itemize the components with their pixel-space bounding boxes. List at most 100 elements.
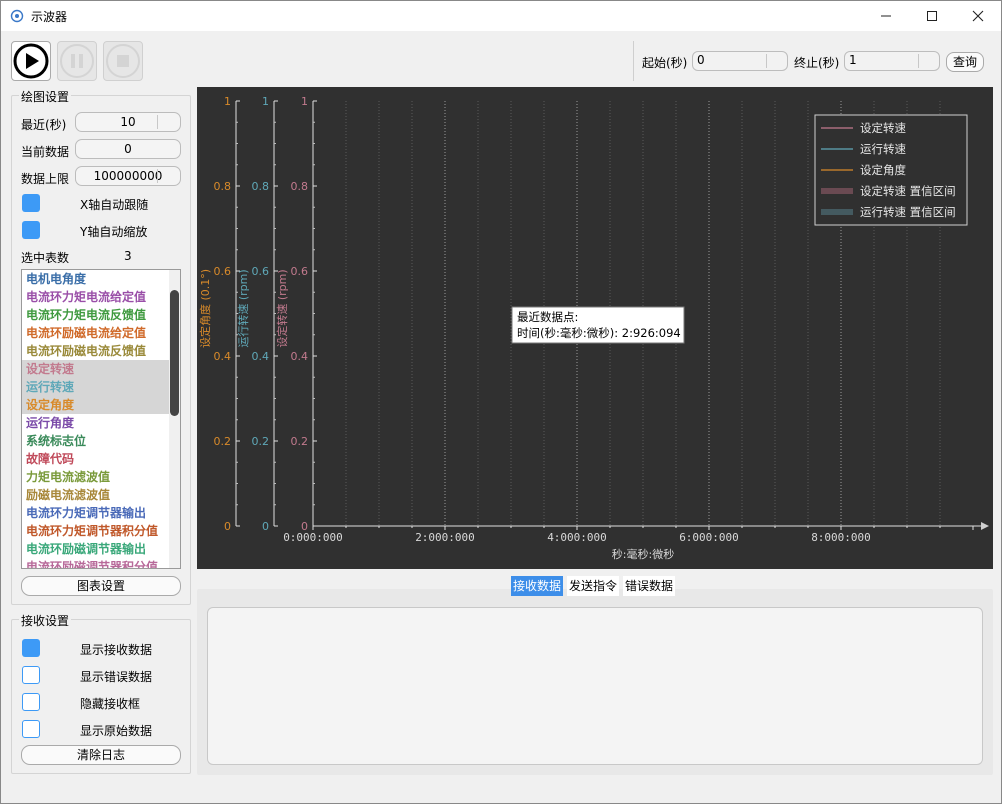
recent-label: 最近(秒) (21, 118, 67, 132)
minimize-icon (881, 15, 891, 17)
receive-log-textbox[interactable] (207, 607, 983, 765)
y-tick-label: 0.8 (291, 180, 309, 193)
series-list-item[interactable]: 电流环励磁电流反馈值 (22, 342, 180, 360)
receive-option-label: 隐藏接收框 (80, 697, 141, 711)
x-tick-label: 6:000:000 (679, 531, 739, 544)
series-list[interactable]: 电机电角度 电流环力矩电流给定值 电流环力矩电流反馈值 电流环励磁电流给定值 电流环励磁… (21, 269, 181, 569)
oscilloscope-plot[interactable]: 0 0.2 0.4 0.6 0.8 1 设定角度 (0.1°) 0 0.2 0.4 0.6 0.8 1 运… (197, 87, 993, 569)
app-icon (10, 9, 24, 23)
y-tick-label: 0.4 (291, 350, 309, 363)
window-title: 示波器 (31, 10, 68, 24)
current-label: 当前数据 (21, 145, 70, 159)
series-list-item[interactable]: 电流环力矩调节器积分值 (22, 522, 180, 540)
x-tick-label: 8:000:000 (811, 531, 871, 544)
limit-input[interactable]: 100000000 (75, 166, 181, 186)
y-tick-label: 0.2 (291, 435, 309, 448)
scrollbar-thumb[interactable] (170, 290, 179, 416)
receive-option-checkbox[interactable] (22, 720, 40, 738)
receive-option-checkbox[interactable] (22, 666, 40, 684)
y-tick-label: 0.4 (252, 350, 270, 363)
selected-count-label: 选中表数 (21, 251, 70, 265)
maximize-button[interactable] (909, 1, 955, 31)
end-label: 终止(秒) (794, 56, 840, 70)
series-list-item[interactable]: 设定转速 (22, 360, 180, 378)
series-list-item[interactable]: 故障代码 (22, 450, 180, 468)
tab-receive[interactable]: 接收数据 (511, 576, 564, 596)
plot-canvas[interactable]: 0 0.2 0.4 0.6 0.8 1 设定角度 (0.1°) 0 0.2 0.4 0.6 0.8 1 运… (197, 87, 993, 569)
series-list-item[interactable]: 系统标志位 (22, 432, 180, 450)
stop-icon (106, 44, 140, 78)
start-value: 0 (697, 53, 705, 67)
end-input[interactable]: 1 (844, 51, 940, 71)
close-button[interactable] (955, 1, 1001, 31)
y-tick-label: 0.6 (252, 265, 270, 278)
start-input[interactable]: 0 (692, 51, 788, 71)
x-axis-title: 秒:毫秒:微秒 (612, 547, 674, 561)
series-list-item[interactable]: 电机电角度 (22, 270, 180, 288)
recent-input[interactable]: 10 (75, 112, 181, 132)
minimize-button[interactable] (863, 1, 909, 31)
x-follow-label: X轴自动跟随 (80, 198, 149, 212)
receive-option-checkbox[interactable] (22, 639, 40, 657)
current-data-field: 0 (75, 139, 181, 159)
pause-button[interactable] (57, 41, 97, 81)
series-list-item[interactable]: 电流环励磁电流给定值 (22, 324, 180, 342)
series-list-item[interactable]: 力矩电流滤波值 (22, 468, 180, 486)
selected-count-value: 3 (124, 249, 132, 263)
x-tick-label: 2:000:000 (415, 531, 475, 544)
tab-send[interactable]: 发送指令 (567, 576, 620, 596)
receive-option-label: 显示错误数据 (80, 670, 153, 684)
maximize-icon (927, 11, 937, 21)
series-list-item[interactable]: 电流环力矩调节器输出 (22, 504, 180, 522)
tooltip-line: 时间(秒:毫秒:微秒): 2:926:094 (517, 326, 681, 340)
y-tick-label: 1 (301, 95, 308, 108)
x-tick-label: 4:000:000 (547, 531, 607, 544)
y-tick-label: 0.6 (214, 265, 232, 278)
series-list-item[interactable]: 电流环励磁调节器输出 (22, 540, 180, 558)
play-button[interactable] (11, 41, 51, 81)
legend-label: 设定角度 (860, 163, 906, 177)
y-tick-label: 0 (224, 520, 231, 533)
series-list-item[interactable]: 励磁电流滤波值 (22, 486, 180, 504)
series-list-item[interactable]: 电流环力矩电流反馈值 (22, 306, 180, 324)
y-tick-label: 0.4 (214, 350, 232, 363)
close-icon (972, 10, 984, 22)
receive-option-label: 显示接收数据 (80, 643, 153, 657)
y-tick-label: 0.8 (214, 180, 232, 193)
plot-settings-title: 绘图设置 (19, 88, 72, 105)
series-list-item[interactable]: 电流环励磁调节器积分值 (22, 558, 180, 568)
y-tick-label: 1 (262, 95, 269, 108)
legend-label: 运行转速 (860, 142, 906, 156)
log-panel (197, 589, 993, 775)
x-follow-checkbox[interactable] (22, 194, 40, 212)
y-tick-label: 0.2 (214, 435, 232, 448)
stop-button[interactable] (103, 41, 143, 81)
legend-swatch (821, 209, 853, 215)
oscilloscope-window: 示波器 起始(秒) 0 终止(秒) 1 查询 绘图设置 最近(秒) 10 当前数… (0, 0, 1002, 804)
series-list-scrollbar[interactable] (169, 270, 180, 568)
recent-value: 10 (120, 115, 136, 129)
receive-option-checkbox[interactable] (22, 693, 40, 711)
start-label: 起始(秒) (642, 56, 688, 70)
time-query-bar: 起始(秒) 0 终止(秒) 1 查询 (633, 41, 993, 81)
series-list-item[interactable]: 设定角度 (22, 396, 180, 414)
y-tick-label: 0.2 (252, 435, 270, 448)
series-list-item[interactable]: 运行角度 (22, 414, 180, 432)
tab-error[interactable]: 错误数据 (623, 576, 676, 596)
query-button[interactable]: 查询 (946, 52, 984, 72)
limit-label: 数据上限 (21, 172, 70, 186)
x-axis-arrow (981, 522, 989, 530)
series-list-item[interactable]: 电流环力矩电流给定值 (22, 288, 180, 306)
end-value: 1 (849, 53, 857, 67)
y-axis-title: 设定角度 (0.1°) (198, 269, 212, 348)
clear-log-button[interactable]: 清除日志 (21, 745, 181, 765)
y-scale-checkbox[interactable] (22, 221, 40, 239)
y-tick-label: 1 (224, 95, 231, 108)
series-list-item[interactable]: 运行转速 (22, 378, 180, 396)
limit-value: 100000000 (93, 169, 163, 183)
play-icon (13, 43, 49, 79)
title-bar: 示波器 (1, 1, 1001, 31)
chart-settings-button[interactable]: 图表设置 (21, 576, 181, 596)
legend-label: 设定转速 置信区间 (860, 184, 956, 198)
y-tick-label: 0.6 (291, 265, 309, 278)
